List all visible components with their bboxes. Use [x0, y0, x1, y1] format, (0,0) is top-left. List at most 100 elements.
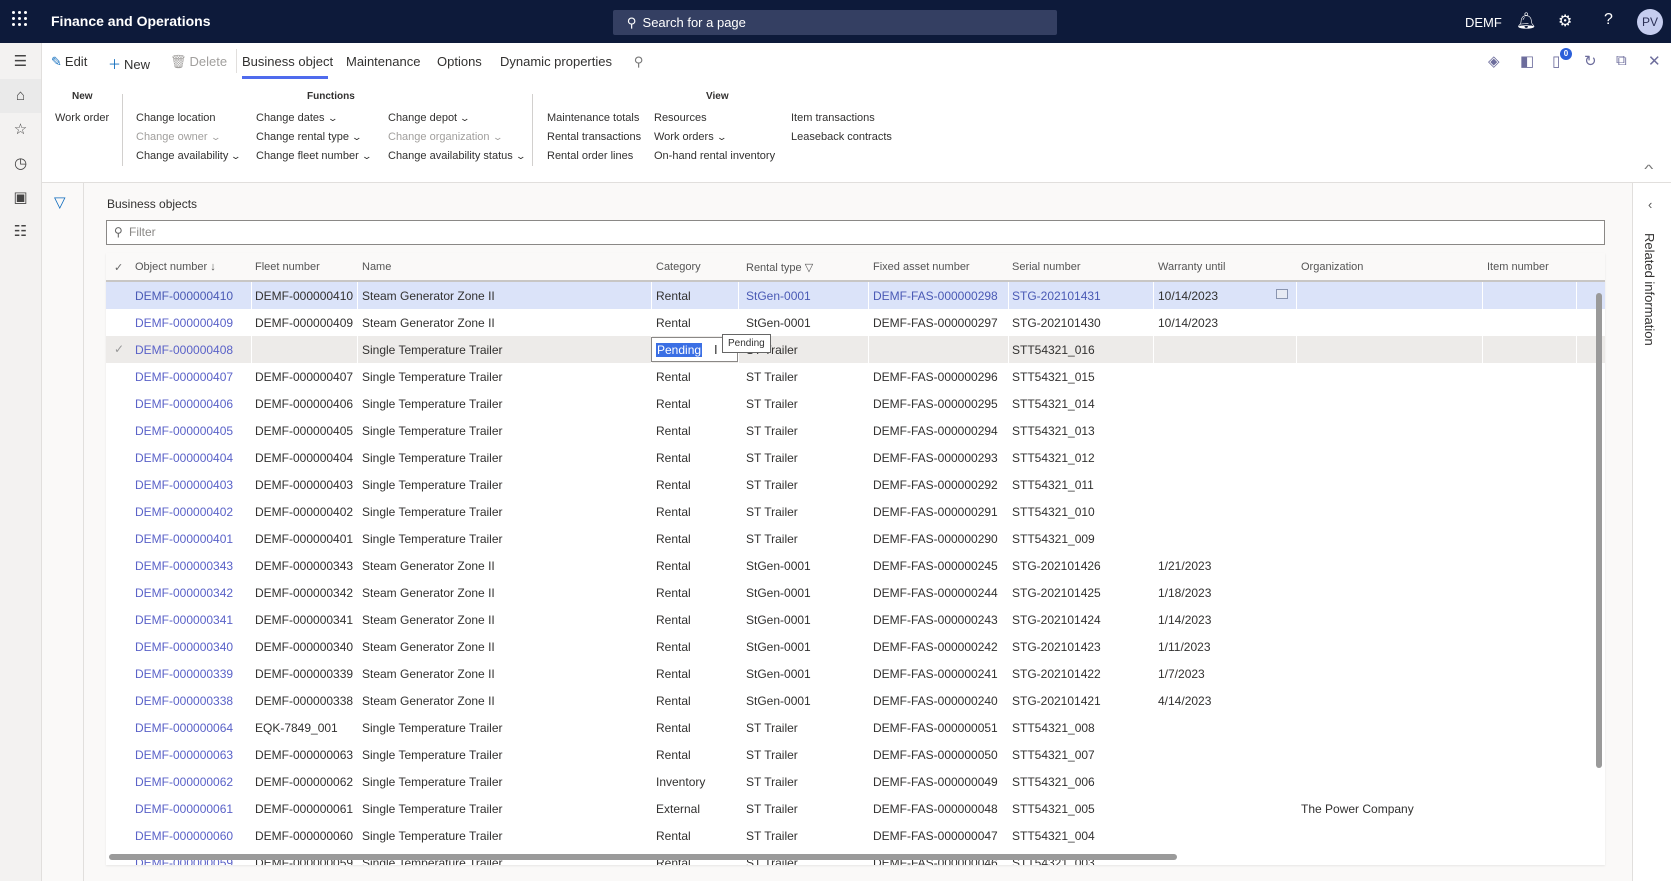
cell-object-number[interactable]: DEMF-000000405 — [135, 424, 233, 438]
table-row[interactable]: DEMF-000000404 DEMF-000000404 Single Tempe… — [106, 444, 1605, 471]
cell-object-number[interactable]: DEMF-000000340 — [135, 640, 233, 654]
table-row[interactable]: DEMF-000000343 DEMF-000000343 Steam Genera… — [106, 552, 1605, 579]
cell-object-number[interactable]: DEMF-000000060 — [135, 829, 233, 843]
table-row[interactable]: DEMF-000000340 DEMF-000000340 Steam Genera… — [106, 633, 1605, 660]
column-header-object-number[interactable]: Object number ↓ — [135, 261, 216, 273]
avatar[interactable]: PV — [1637, 9, 1663, 35]
cell-object-number[interactable]: DEMF-000000410 — [135, 289, 233, 303]
resources-button[interactable]: Resources — [654, 112, 707, 124]
cell-object-number[interactable]: DEMF-000000409 — [135, 316, 233, 330]
table-row[interactable]: DEMF-000000406 DEMF-000000406 Single Tempe… — [106, 390, 1605, 417]
cell-object-number[interactable]: DEMF-000000062 — [135, 775, 233, 789]
workspaces-icon[interactable]: ▣ — [0, 181, 41, 215]
work-order-button[interactable]: Work order — [55, 112, 109, 124]
office-icon[interactable]: ◧ — [1520, 52, 1534, 70]
table-row[interactable]: DEMF-000000061 DEMF-000000061 Single Tempe… — [106, 795, 1605, 822]
company-picker[interactable]: DEMF — [1465, 15, 1502, 30]
cell-object-number[interactable]: DEMF-000000404 — [135, 451, 233, 465]
change-rental-type-button[interactable]: Change rental type ⌄ — [256, 131, 362, 143]
leaseback-contracts-button[interactable]: Leaseback contracts — [791, 131, 892, 143]
calendar-icon[interactable] — [1276, 289, 1288, 299]
change-fleet-number-button[interactable]: Change fleet number ⌄ — [256, 150, 372, 162]
cell-object-number[interactable]: DEMF-000000408 — [135, 343, 233, 357]
filter-funnel-icon[interactable]: ▽ — [54, 193, 66, 211]
horizontal-scrollbar[interactable] — [109, 854, 1177, 860]
tab-dynamic-properties[interactable]: Dynamic properties — [500, 54, 612, 69]
change-availability-status-button[interactable]: Change availability status ⌄ — [388, 150, 526, 162]
gear-icon[interactable]: ⚙ — [1558, 11, 1572, 31]
help-icon[interactable]: ? — [1604, 11, 1613, 29]
attachments-icon[interactable]: ▯ — [1552, 52, 1560, 70]
table-row[interactable]: DEMF-000000410 DEMF-000000410 Steam Genera… — [106, 282, 1605, 309]
rental-transactions-button[interactable]: Rental transactions — [547, 131, 641, 143]
item-transactions-button[interactable]: Item transactions — [791, 112, 875, 124]
new-button[interactable]: ＋ New — [108, 54, 150, 73]
cell-object-number[interactable]: DEMF-000000406 — [135, 397, 233, 411]
table-row[interactable]: DEMF-000000402 DEMF-000000402 Single Tempe… — [106, 498, 1605, 525]
cell-object-number[interactable]: DEMF-000000343 — [135, 559, 233, 573]
hamburger-menu-icon[interactable]: ☰ — [0, 45, 41, 79]
tab-options[interactable]: Options — [437, 54, 482, 69]
cell-object-number[interactable]: DEMF-000000339 — [135, 667, 233, 681]
table-row[interactable]: DEMF-000000062 DEMF-000000062 Single Tempe… — [106, 768, 1605, 795]
cell-object-number[interactable]: DEMF-000000403 — [135, 478, 233, 492]
tab-business-object[interactable]: Business object — [242, 54, 333, 69]
table-row[interactable]: DEMF-000000341 DEMF-000000341 Steam Genera… — [106, 606, 1605, 633]
table-row[interactable]: DEMF-000000407 DEMF-000000407 Single Tempe… — [106, 363, 1605, 390]
change-organization-button[interactable]: Change organization ⌄ — [388, 131, 503, 143]
column-header-name[interactable]: Name — [362, 261, 391, 273]
table-row[interactable]: DEMF-000000409 DEMF-000000409 Steam Genera… — [106, 309, 1605, 336]
waffle-icon[interactable] — [12, 11, 28, 27]
column-header-rental-type[interactable]: Rental type ▽ — [746, 261, 813, 274]
power-apps-icon[interactable]: ◈ — [1488, 52, 1500, 70]
chevron-left-icon[interactable]: ‹ — [1648, 197, 1652, 212]
delete-button[interactable]: 🗑︎ Delete — [170, 54, 227, 70]
search-page-input[interactable]: ⚲ Search for a page — [613, 10, 1057, 35]
select-all-checkbox[interactable]: ✓ — [114, 261, 123, 274]
column-header-warranty-until[interactable]: Warranty until — [1158, 261, 1225, 273]
cell-object-number[interactable]: DEMF-000000407 — [135, 370, 233, 384]
table-row[interactable]: DEMF-000000063 DEMF-000000063 Single Tempe… — [106, 741, 1605, 768]
maintenance-totals-button[interactable]: Maintenance totals — [547, 112, 639, 124]
recent-clock-icon[interactable]: ◷ — [0, 147, 41, 181]
cell-serial-number[interactable]: STG-202101431 — [1012, 289, 1101, 303]
vertical-scrollbar[interactable] — [1596, 293, 1602, 768]
column-header-serial-number[interactable]: Serial number — [1012, 261, 1080, 273]
table-row[interactable]: DEMF-000000403 DEMF-000000403 Single Tempe… — [106, 471, 1605, 498]
refresh-icon[interactable]: ↻ — [1584, 52, 1597, 70]
table-row[interactable]: DEMF-000000405 DEMF-000000405 Single Tempe… — [106, 417, 1605, 444]
column-header-organization[interactable]: Organization — [1301, 261, 1363, 273]
tab-maintenance[interactable]: Maintenance — [346, 54, 420, 69]
column-header-item-number[interactable]: Item number — [1487, 261, 1549, 273]
modules-list-icon[interactable]: ☷ — [0, 215, 41, 249]
work-orders-button[interactable]: Work orders ⌄ — [654, 131, 727, 143]
column-header-fleet-number[interactable]: Fleet number — [255, 261, 320, 273]
close-icon[interactable]: ✕ — [1648, 52, 1661, 70]
row-check-icon[interactable]: ✓ — [114, 342, 124, 356]
change-owner-button[interactable]: Change owner ⌄ — [136, 131, 221, 143]
home-icon[interactable]: ⌂ — [0, 79, 41, 113]
open-new-window-icon[interactable]: ⧉ — [1616, 52, 1627, 69]
table-row[interactable]: ✓ DEMF-000000408 Single Temperature Traile… — [106, 336, 1605, 363]
cell-object-number[interactable]: DEMF-000000401 — [135, 532, 233, 546]
on-hand-rental-inventory-button[interactable]: On-hand rental inventory — [654, 150, 775, 162]
grid-filter-input[interactable]: ⚲ Filter — [106, 220, 1605, 245]
change-location-button[interactable]: Change location — [136, 112, 216, 124]
table-row[interactable]: DEMF-000000060 DEMF-000000060 Single Tempe… — [106, 822, 1605, 849]
change-availability-button[interactable]: Change availability ⌄ — [136, 150, 242, 162]
table-row[interactable]: DEMF-000000339 DEMF-000000339 Steam Genera… — [106, 660, 1605, 687]
table-row[interactable]: DEMF-000000401 DEMF-000000401 Single Tempe… — [106, 525, 1605, 552]
cell-rental-type[interactable]: StGen-0001 — [746, 289, 811, 303]
table-row[interactable]: DEMF-000000342 DEMF-000000342 Steam Genera… — [106, 579, 1605, 606]
change-dates-button[interactable]: Change dates ⌄ — [256, 112, 338, 124]
rental-order-lines-button[interactable]: Rental order lines — [547, 150, 633, 162]
app-title[interactable]: Finance and Operations — [51, 13, 210, 29]
cell-object-number[interactable]: DEMF-000000064 — [135, 721, 233, 735]
cell-object-number[interactable]: DEMF-000000063 — [135, 748, 233, 762]
column-header-category[interactable]: Category — [656, 261, 701, 273]
favorites-star-icon[interactable]: ☆ — [0, 113, 41, 147]
table-row[interactable]: DEMF-000000064 EQK-7849_001 Single Tempera… — [106, 714, 1605, 741]
table-row[interactable]: DEMF-000000338 DEMF-000000338 Steam Genera… — [106, 687, 1605, 714]
edit-button[interactable]: ✎ Edit — [51, 54, 87, 70]
bell-icon[interactable]: 🔔︎ — [1516, 11, 1536, 31]
